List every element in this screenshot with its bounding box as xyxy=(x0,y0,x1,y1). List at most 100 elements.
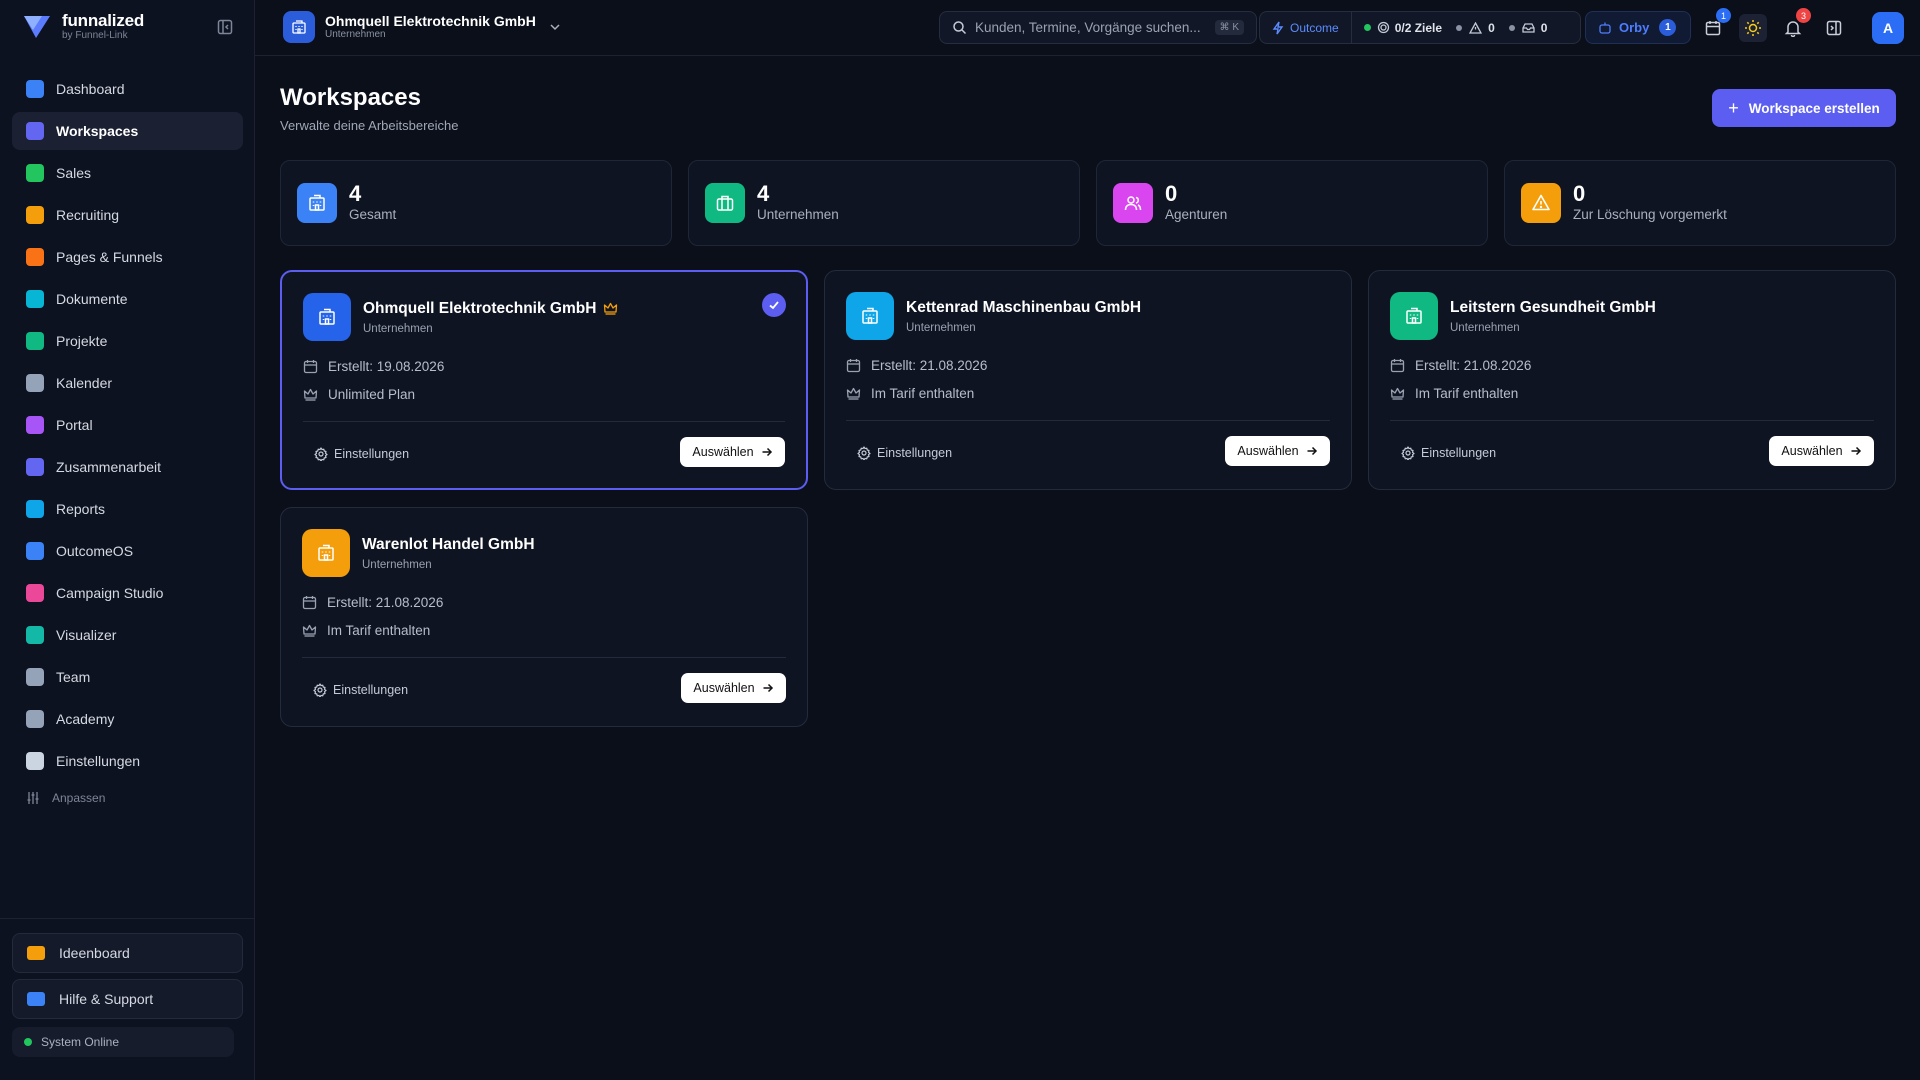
workspace-type: Unternehmen xyxy=(906,322,976,334)
stat-card: 0 Agenturen xyxy=(1096,160,1488,246)
sidebar-item-pages-funnels[interactable]: Pages & Funnels xyxy=(12,238,243,276)
sidebar-item-label: Reports xyxy=(56,501,106,517)
workspace-name: Kettenrad Maschinenbau GmbH xyxy=(906,299,1141,317)
settings-label: Einstellungen xyxy=(334,447,410,461)
sidebar-item-campaign-studio[interactable]: Campaign Studio xyxy=(12,574,243,612)
workspace-name-text: Ohmquell Elektrotechnik GmbH xyxy=(363,300,597,317)
warnings-indicator[interactable]: 0 xyxy=(1442,21,1495,35)
workspace-card[interactable]: Warenlot Handel GmbH Unternehmen Erstellt:… xyxy=(280,507,808,727)
warning-icon xyxy=(1521,183,1561,223)
current-workspace-type: Unternehmen xyxy=(325,29,386,40)
sidebar-item-sales[interactable]: Sales xyxy=(12,154,243,192)
sidebar-nav: Dashboard Workspaces Sales Recruiting Pages … xyxy=(12,70,243,812)
search-bar[interactable]: ⌘ K xyxy=(939,11,1257,44)
brand-subtitle: by Funnel-Link xyxy=(62,30,128,41)
select-label: Auswählen xyxy=(1237,444,1299,458)
inbox-count: 0 xyxy=(1540,20,1548,35)
created-date-text: Erstellt: 21.08.2026 xyxy=(871,358,988,373)
sidebar-item-academy[interactable]: Academy xyxy=(12,700,243,738)
sidebar-item-label: Recruiting xyxy=(56,207,120,223)
workspace-switcher[interactable]: Ohmquell Elektrotechnik GmbH Unternehmen xyxy=(283,11,562,43)
stat-value: 0 xyxy=(1165,181,1178,206)
plan-text: Unlimited Plan xyxy=(328,387,416,402)
workspaces-icon xyxy=(26,122,44,140)
workspace-card[interactable]: Ohmquell Elektrotechnik GmbH Unternehmen E… xyxy=(280,270,808,490)
select-workspace-button[interactable]: Auswählen xyxy=(1225,436,1330,466)
sidebar-item-portal[interactable]: Portal xyxy=(12,406,243,444)
logo[interactable]: funnalized by Funnel-Link xyxy=(22,12,144,42)
outcome-label: Outcome xyxy=(1290,20,1339,35)
sidebar-item-reports[interactable]: Reports xyxy=(12,490,243,528)
select-workspace-button[interactable]: Auswählen xyxy=(1769,436,1874,466)
sun-icon xyxy=(1745,20,1761,36)
workspace-settings-button[interactable]: Einstellungen xyxy=(313,683,408,697)
sidebar-item-label: Portal xyxy=(56,417,93,433)
card-divider xyxy=(846,420,1330,421)
dashboard-icon xyxy=(26,80,44,98)
plan-info: Im Tarif enthalten xyxy=(1390,386,1518,401)
workspace-settings-button[interactable]: Einstellungen xyxy=(857,446,952,460)
workspace-settings-button[interactable]: Einstellungen xyxy=(1401,446,1496,460)
crown-icon xyxy=(303,388,318,401)
workspace-settings-button[interactable]: Einstellungen xyxy=(314,447,409,461)
zusammenarbeit-icon xyxy=(26,458,44,476)
ideaboard-button[interactable]: Ideenboard xyxy=(12,933,243,973)
recruiting-icon xyxy=(26,206,44,224)
select-workspace-button[interactable]: Auswählen xyxy=(681,673,786,703)
goals-indicator[interactable]: 0/2 Ziele xyxy=(1352,21,1442,35)
stat-value: 4 xyxy=(349,181,362,206)
sidebar-item-workspaces[interactable]: Workspaces xyxy=(12,112,243,150)
warning-icon xyxy=(1469,21,1483,34)
help-support-button[interactable]: Hilfe & Support xyxy=(12,979,243,1019)
sidebar-item-label: Academy xyxy=(56,711,115,727)
users-icon xyxy=(1113,183,1153,223)
sidebar-item-zusammenarbeit[interactable]: Zusammenarbeit xyxy=(12,448,243,486)
sidebar: funnalized by Funnel-Link Dashboard Works… xyxy=(0,0,255,1080)
card-divider xyxy=(302,657,786,658)
sidebar-item-label: Projekte xyxy=(56,333,108,349)
workspace-card[interactable]: Kettenrad Maschinenbau GmbH Unternehmen Er… xyxy=(824,270,1352,490)
plan-info: Im Tarif enthalten xyxy=(846,386,974,401)
select-workspace-button[interactable]: Auswählen xyxy=(680,437,785,467)
calendar-icon xyxy=(302,596,317,610)
search-input[interactable] xyxy=(975,20,1205,35)
sidebar-item-label: Einstellungen xyxy=(56,753,141,769)
sidebar-item-team[interactable]: Team xyxy=(12,658,243,696)
collapse-sidebar-icon[interactable] xyxy=(216,18,234,36)
einstellungen-icon xyxy=(26,752,44,770)
sidebar-bottom: Ideenboard Hilfe & Support System Online xyxy=(0,918,255,1057)
customize-nav-button[interactable]: Anpassen xyxy=(12,784,243,812)
theme-toggle-button[interactable] xyxy=(1739,14,1767,42)
sidebar-item-einstellungen[interactable]: Einstellungen xyxy=(12,742,243,780)
inbox-icon xyxy=(1522,22,1535,33)
sidebar-item-kalender[interactable]: Kalender xyxy=(12,364,243,402)
page-title: Workspaces xyxy=(280,84,421,111)
pages-funnels-icon xyxy=(26,248,44,266)
sidebar-item-outcomeos[interactable]: OutcomeOS xyxy=(12,532,243,570)
user-avatar[interactable]: A xyxy=(1872,12,1904,44)
sidebar-item-visualizer[interactable]: Visualizer xyxy=(12,616,243,654)
visualizer-icon xyxy=(26,626,44,644)
created-date-text: Erstellt: 19.08.2026 xyxy=(328,359,445,374)
sidebar-item-dokumente[interactable]: Dokumente xyxy=(12,280,243,318)
sidebar-item-recruiting[interactable]: Recruiting xyxy=(12,196,243,234)
workspace-card[interactable]: Leitstern Gesundheit GmbH Unternehmen Erst… xyxy=(1368,270,1896,490)
sidebar-item-projekte[interactable]: Projekte xyxy=(12,322,243,360)
sidebar-item-label: Dashboard xyxy=(56,81,125,97)
briefcase-icon xyxy=(705,183,745,223)
search-icon xyxy=(953,21,967,35)
status-group: Outcome 0/2 Ziele 0 0 xyxy=(1259,11,1581,44)
calendar-button[interactable]: 1 xyxy=(1699,8,1731,42)
inbox-indicator[interactable]: 0 xyxy=(1495,20,1548,35)
sliders-icon xyxy=(27,792,39,804)
outcome-button[interactable]: Outcome xyxy=(1260,12,1352,43)
sidebar-item-label: Sales xyxy=(56,165,92,181)
system-status: System Online xyxy=(12,1027,234,1057)
created-date-text: Erstellt: 21.08.2026 xyxy=(327,595,444,610)
create-workspace-button[interactable]: + Workspace erstellen xyxy=(1712,89,1896,127)
panel-toggle-button[interactable] xyxy=(1820,14,1848,42)
workspace-name: Leitstern Gesundheit GmbH xyxy=(1450,299,1656,317)
sidebar-item-dashboard[interactable]: Dashboard xyxy=(12,70,243,108)
notifications-button[interactable]: 3 xyxy=(1779,8,1811,42)
orby-button[interactable]: Orby 1 xyxy=(1585,11,1691,44)
